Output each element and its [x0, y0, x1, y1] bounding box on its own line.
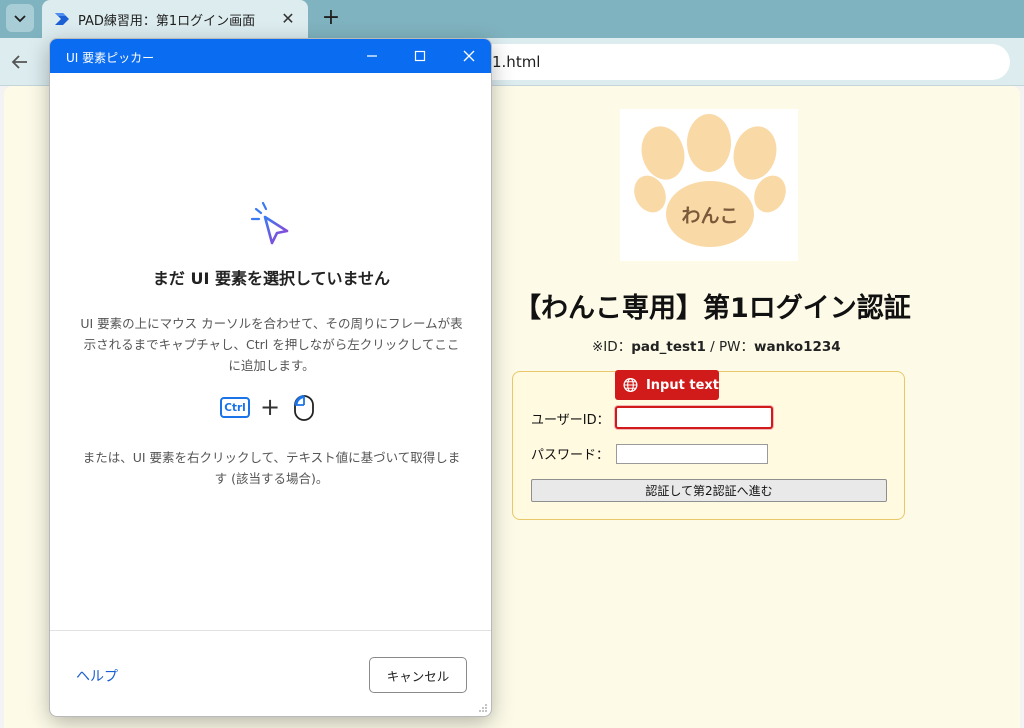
plus-sign: + — [260, 393, 281, 421]
dialog-heading: まだ UI 要素を選択していません — [152, 269, 391, 288]
browser-tab[interactable]: PAD練習用：第1ログイン画面 ✕ — [42, 0, 308, 38]
chevron-down-icon — [14, 15, 26, 23]
close-icon — [463, 50, 475, 62]
badge-label: Input text — [645, 377, 719, 393]
logo-text: わんこ — [681, 205, 738, 227]
submit-button[interactable]: 認証して第2認証へ進む — [531, 479, 887, 502]
maximize-icon — [414, 50, 426, 62]
tab-list-button[interactable] — [6, 4, 34, 32]
cancel-button[interactable]: キャンセル — [369, 657, 467, 693]
power-automate-icon — [55, 13, 69, 25]
alternative-text: または、UI 要素を右クリックして、テキスト値に基づいて取得します (該当する場… — [82, 450, 461, 486]
tab-bar: PAD練習用：第1ログイン画面 ✕ + — [0, 0, 1024, 38]
paw-icon: わんこ — [634, 114, 786, 247]
dialog-title: UI 要素ピッカー — [66, 51, 155, 65]
hint-prefix: ※ID： — [592, 339, 632, 355]
user-id-field[interactable] — [615, 406, 773, 429]
globe-icon — [623, 377, 638, 393]
input-text-badge: Input text — [615, 370, 719, 400]
dialog-titlebar[interactable]: UI 要素ピッカー — [50, 39, 491, 73]
back-button[interactable] — [6, 48, 34, 76]
resize-grip-icon[interactable] — [478, 703, 488, 713]
page-title: 【わんこ専用】第1ログイン認証 — [514, 293, 911, 324]
password-label: パスワード： — [531, 448, 610, 463]
login-panel: Input text ユーザーID： パスワード： 認証して第2認証へ進む — [512, 370, 905, 520]
paw-logo: わんこ — [620, 109, 798, 261]
dialog-divider — [50, 630, 491, 631]
help-link[interactable]: ヘルプ — [76, 666, 118, 686]
cursor-click-icon — [250, 201, 289, 245]
maximize-button[interactable] — [397, 39, 443, 73]
mouse-icon — [294, 395, 314, 421]
hint-pw: wanko1234 — [754, 339, 841, 355]
minimize-icon — [367, 55, 377, 57]
instruction-text: UI 要素の上にマウス カーソルを合わせて、その周りにフレームが表示されるまでキ… — [80, 316, 463, 373]
arrow-left-icon — [11, 55, 27, 69]
minimize-button[interactable] — [349, 39, 395, 73]
ui-element-picker-dialog: UI 要素ピッカー まだ UI 要素を選択していません UI 要素の上にマウス … — [49, 38, 492, 717]
password-field[interactable] — [616, 444, 768, 464]
tab-title: PAD練習用：第1ログイン画面 — [78, 13, 256, 29]
shortcut-hint: Ctrl + — [220, 393, 330, 422]
user-id-label: ユーザーID： — [531, 413, 610, 428]
tab-close-button[interactable]: ✕ — [280, 11, 296, 27]
url-text: 1.html — [492, 53, 541, 71]
credentials-hint: ※ID：pad_test1 / PW：wanko1234 — [592, 335, 841, 355]
hint-mid: / PW： — [705, 339, 755, 355]
new-tab-button[interactable]: + — [318, 6, 344, 32]
ctrl-key-icon: Ctrl — [220, 397, 250, 418]
close-button[interactable] — [446, 39, 491, 73]
hint-id: pad_test1 — [631, 339, 706, 355]
